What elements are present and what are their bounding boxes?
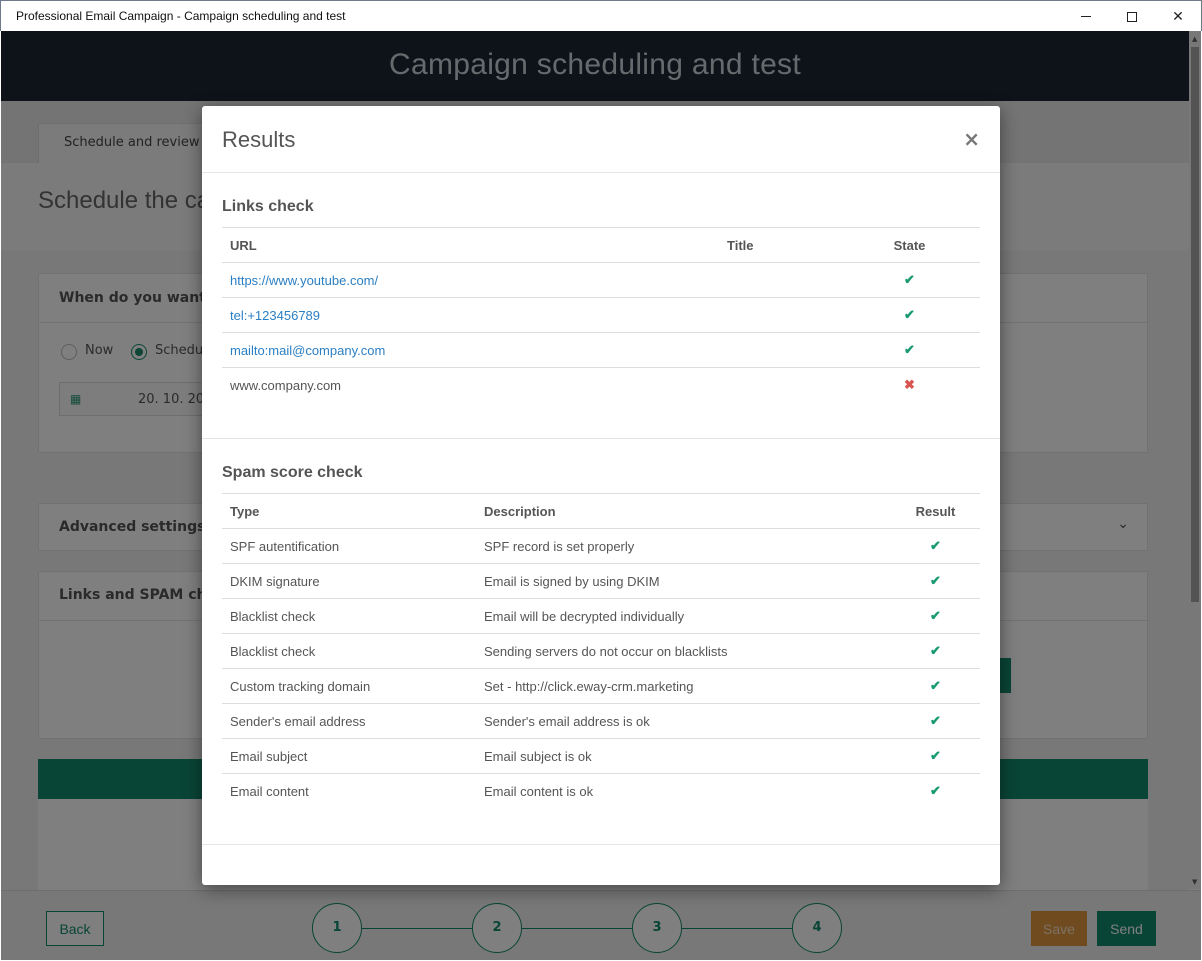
check-icon: ✔ xyxy=(930,643,941,658)
state-cell: ✔ xyxy=(891,528,980,564)
state-cell: ✖ xyxy=(839,368,980,403)
minimize-icon xyxy=(1081,16,1091,17)
state-cell: ✔ xyxy=(839,262,980,298)
title-cell xyxy=(719,297,839,333)
description-cell: Sender's email address is ok xyxy=(476,703,891,739)
close-icon: ✕ xyxy=(1172,8,1184,25)
type-cell: DKIM signature xyxy=(222,563,476,599)
type-cell: Sender's email address xyxy=(222,703,476,739)
table-row: Email content Email content is ok ✔ xyxy=(222,774,980,809)
spam-check-title: Spam score check xyxy=(222,464,363,481)
check-icon: ✔ xyxy=(930,713,941,728)
maximize-icon xyxy=(1127,11,1137,22)
column-header-description: Description xyxy=(476,493,891,529)
table-header-row: URL Title State xyxy=(222,227,980,263)
title-cell xyxy=(719,368,839,403)
column-header-state: State xyxy=(839,227,980,263)
check-icon: ✔ xyxy=(930,748,941,763)
close-icon: × xyxy=(963,127,980,151)
check-icon: ✔ xyxy=(930,678,941,693)
state-cell: ✔ xyxy=(891,774,980,809)
section-divider xyxy=(202,438,1000,439)
app-window: Campaign scheduling and test ▲ ▼ Schedul… xyxy=(1,31,1201,960)
table-header-row: Type Description Result xyxy=(222,493,980,529)
column-header-url: URL xyxy=(222,227,719,263)
url-cell: https://www.youtube.com/ xyxy=(222,262,719,298)
spam-check-table: Type Description Result SPF autentificat… xyxy=(222,493,980,809)
check-icon: ✔ xyxy=(930,573,941,588)
column-header-result: Result xyxy=(891,493,980,529)
window-titlebar: Professional Email Campaign - Campaign s… xyxy=(0,0,1202,31)
maximize-button[interactable] xyxy=(1109,1,1155,32)
type-cell: Email subject xyxy=(222,738,476,774)
column-header-type: Type xyxy=(222,493,476,529)
modal-header: Results × xyxy=(202,106,1000,173)
type-cell: Custom tracking domain xyxy=(222,668,476,704)
column-header-title: Title xyxy=(719,227,839,263)
modal-close-button[interactable]: × xyxy=(963,127,980,151)
results-modal: Results × Links check URL Title State ht… xyxy=(202,106,1000,885)
table-row: www.company.com ✖ xyxy=(222,368,980,403)
table-row: Blacklist check Sending servers do not oc… xyxy=(222,633,980,669)
url-cell: mailto:mail@company.com xyxy=(222,332,719,368)
type-cell: Blacklist check xyxy=(222,598,476,634)
state-cell: ✔ xyxy=(891,668,980,704)
table-row: Email subject Email subject is ok ✔ xyxy=(222,738,980,774)
state-cell: ✔ xyxy=(891,738,980,774)
url-text: www.company.com xyxy=(230,377,342,393)
check-icon: ✔ xyxy=(930,608,941,623)
check-icon: ✔ xyxy=(930,538,941,553)
state-cell: ✔ xyxy=(839,297,980,333)
modal-footer-divider xyxy=(202,844,1000,845)
description-cell: Set - http://click.eway-crm.marketing xyxy=(476,668,891,704)
description-cell: Email is signed by using DKIM xyxy=(476,563,891,599)
window-title: Professional Email Campaign - Campaign s… xyxy=(16,9,346,23)
description-cell: Sending servers do not occur on blacklis… xyxy=(476,633,891,669)
type-cell: SPF autentification xyxy=(222,528,476,564)
table-row: SPF autentification SPF record is set pro… xyxy=(222,528,980,564)
url-link[interactable]: mailto:mail@company.com xyxy=(230,343,385,358)
minimize-button[interactable] xyxy=(1063,1,1109,32)
url-link[interactable]: tel:+123456789 xyxy=(230,308,320,323)
table-row: https://www.youtube.com/ ✔ xyxy=(222,262,980,298)
links-check-title: Links check xyxy=(222,198,314,215)
table-row: mailto:mail@company.com ✔ xyxy=(222,332,980,368)
state-cell: ✔ xyxy=(891,563,980,599)
check-icon: ✔ xyxy=(904,342,915,357)
check-icon: ✔ xyxy=(930,783,941,799)
table-row: Blacklist check Email will be decrypted i… xyxy=(222,598,980,634)
links-check-table: URL Title State https://www.youtube.com/… xyxy=(222,227,980,403)
description-cell: Email will be decrypted individually xyxy=(476,598,891,634)
url-link[interactable]: https://www.youtube.com/ xyxy=(230,273,378,288)
table-row: Custom tracking domain Set - http://click… xyxy=(222,668,980,704)
state-cell: ✔ xyxy=(891,703,980,739)
state-cell: ✔ xyxy=(891,598,980,634)
state-cell: ✔ xyxy=(839,332,980,368)
table-row: Sender's email address Sender's email add… xyxy=(222,703,980,739)
title-cell xyxy=(719,332,839,368)
check-icon: ✔ xyxy=(904,272,915,287)
table-row: tel:+123456789 ✔ xyxy=(222,297,980,333)
description-cell: SPF record is set properly xyxy=(476,528,891,564)
url-cell: www.company.com xyxy=(222,368,719,403)
window-close-button[interactable]: ✕ xyxy=(1155,1,1201,32)
table-row: DKIM signature Email is signed by using D… xyxy=(222,563,980,599)
type-cell: Blacklist check xyxy=(222,633,476,669)
modal-title: Results xyxy=(222,127,296,152)
check-icon: ✔ xyxy=(904,307,915,322)
cross-icon: ✖ xyxy=(904,377,915,393)
type-cell: Email content xyxy=(230,783,309,799)
url-cell: tel:+123456789 xyxy=(222,297,719,333)
title-cell xyxy=(719,262,839,298)
description-cell: Email content is ok xyxy=(484,783,594,799)
state-cell: ✔ xyxy=(891,633,980,669)
description-cell: Email subject is ok xyxy=(476,738,891,774)
